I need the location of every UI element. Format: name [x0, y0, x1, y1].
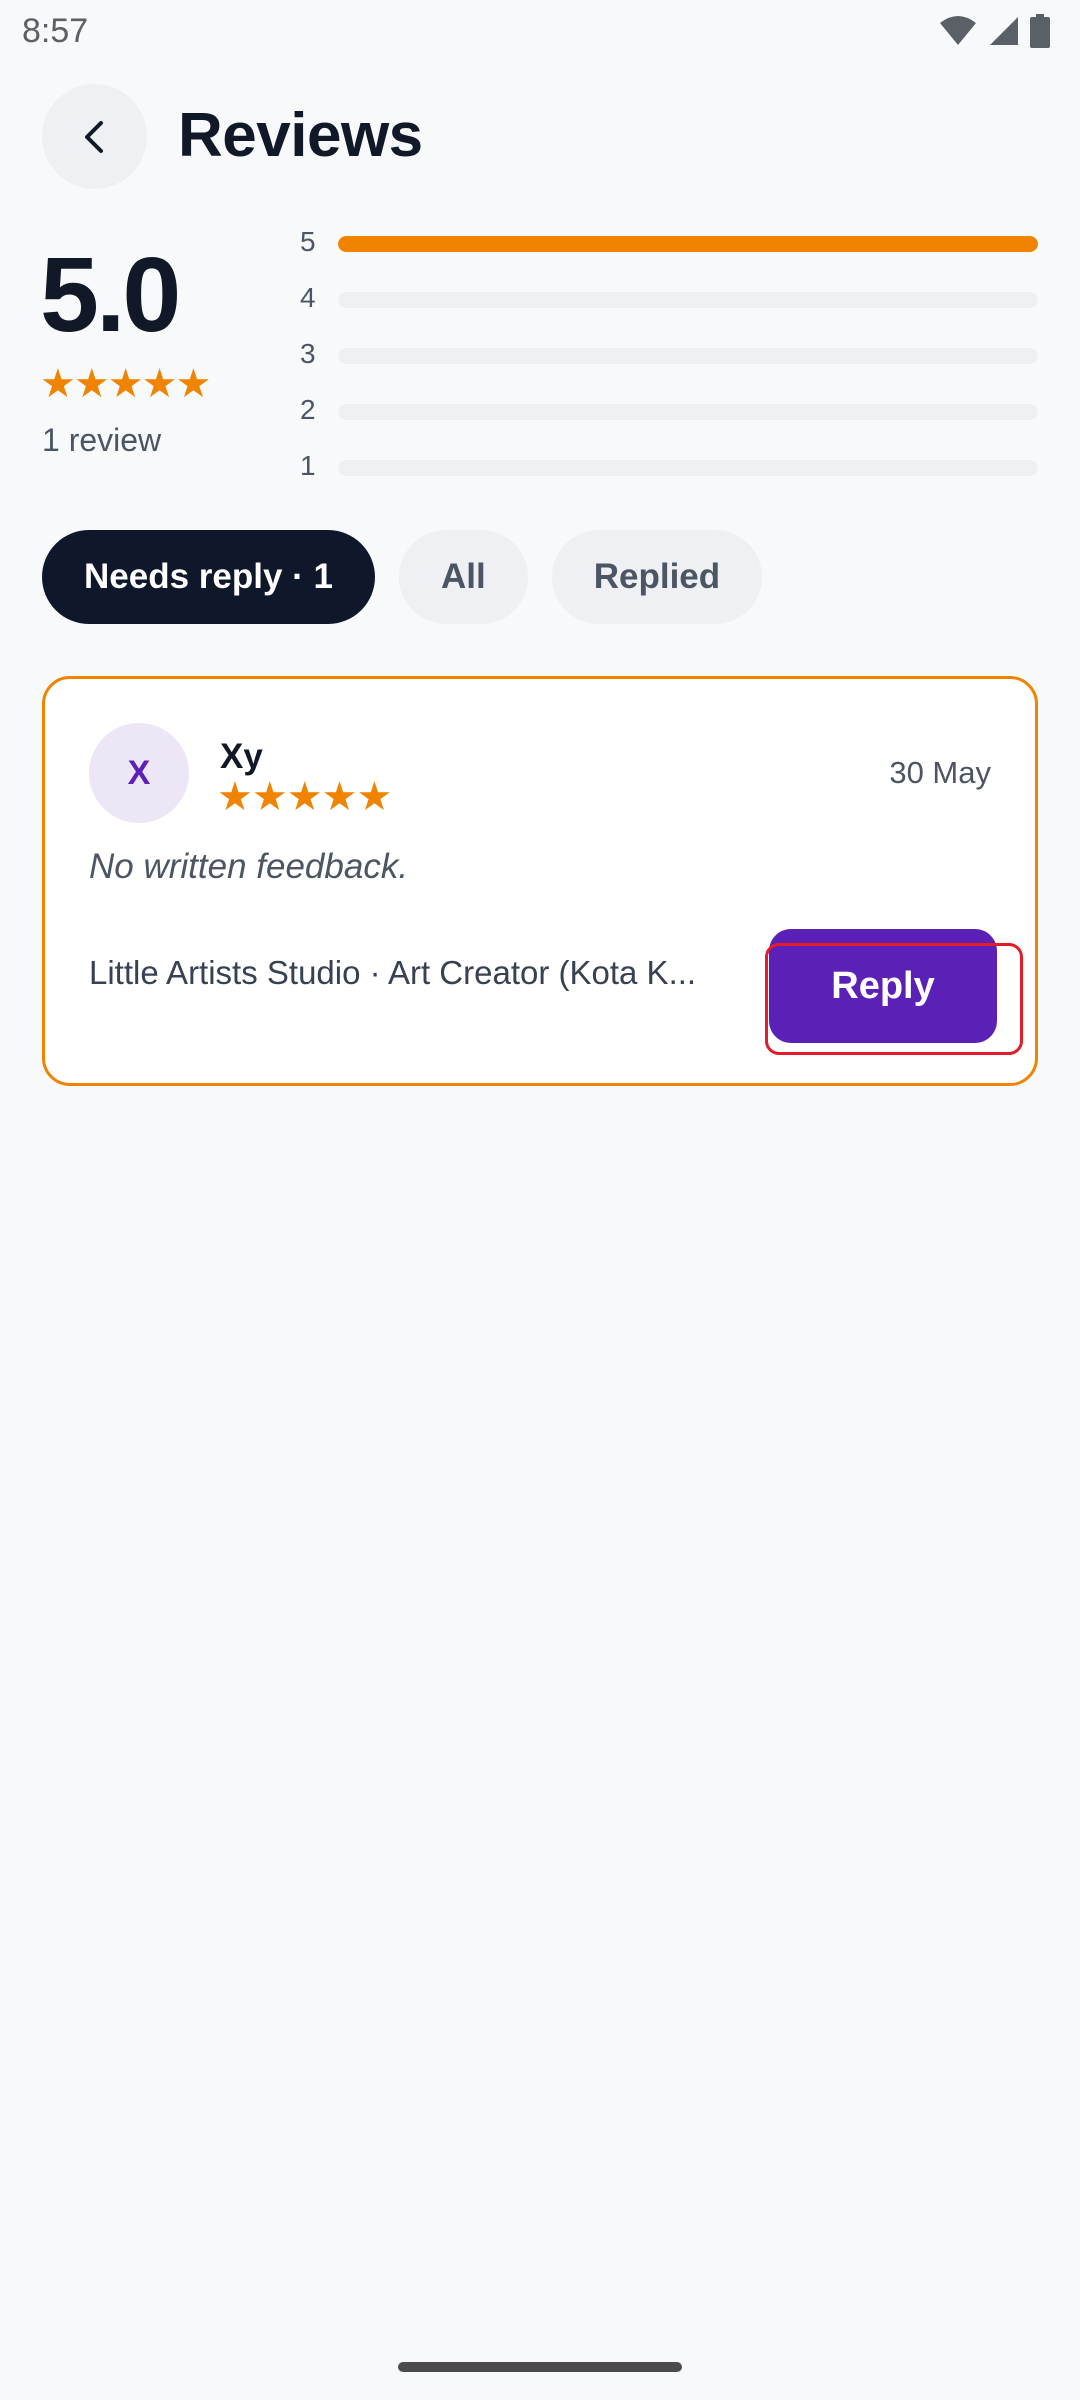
rating-row-3: 3: [300, 334, 1040, 390]
page-title: Reviews: [178, 101, 423, 170]
review-feedback: No written feedback.: [89, 847, 409, 886]
status-time: 8:57: [22, 12, 89, 50]
home-indicator[interactable]: [398, 2362, 682, 2372]
status-icons: [938, 14, 1050, 48]
rating-bar-track: [338, 348, 1038, 364]
status-bar: 8:57: [0, 0, 1080, 64]
rating-row-5: 5: [300, 222, 1040, 278]
chip-replied[interactable]: Replied: [551, 530, 763, 624]
back-button[interactable]: [42, 84, 147, 189]
review-date: 30 May: [889, 755, 991, 790]
rating-row-4: 4: [300, 278, 1040, 334]
chevron-left-icon: [84, 120, 103, 153]
rating-bar-track: [338, 460, 1038, 476]
rating-row-label: 1: [300, 450, 316, 481]
chip-needs-reply[interactable]: Needs reply · 1: [42, 530, 375, 624]
rating-distribution: 5 4 3 2 1: [300, 222, 1040, 502]
signal-icon: [990, 17, 1018, 45]
avatar: X: [89, 723, 189, 823]
review-card: X Xy ★★★★★ 30 May No written feedback. L…: [42, 676, 1038, 1086]
reviewer-name: Xy: [220, 737, 263, 776]
average-rating: 5.0: [40, 236, 181, 354]
battery-icon: [1030, 14, 1050, 48]
rating-bar-track: [338, 404, 1038, 420]
rating-bar-track: [338, 292, 1038, 308]
average-stars: ★★★★★: [40, 362, 211, 406]
filter-chips: Needs reply · 1 All Replied: [42, 530, 763, 624]
rating-row-label: 3: [300, 338, 316, 369]
rating-bar-track: [338, 236, 1038, 252]
rating-row-2: 2: [300, 390, 1040, 446]
review-count: 1 review: [42, 422, 162, 458]
reply-highlight-box: [765, 943, 1023, 1055]
rating-row-label: 2: [300, 394, 316, 425]
listing-name: Little Artists Studio · Art Creator (Kot…: [89, 954, 697, 991]
rating-bar-fill: [338, 236, 1038, 252]
wifi-icon: [940, 16, 976, 45]
chip-all[interactable]: All: [399, 530, 528, 624]
rating-row-label: 5: [300, 226, 316, 257]
rating-row-label: 4: [300, 282, 316, 313]
rating-row-1: 1: [300, 446, 1040, 502]
review-stars: ★★★★★: [217, 775, 392, 819]
